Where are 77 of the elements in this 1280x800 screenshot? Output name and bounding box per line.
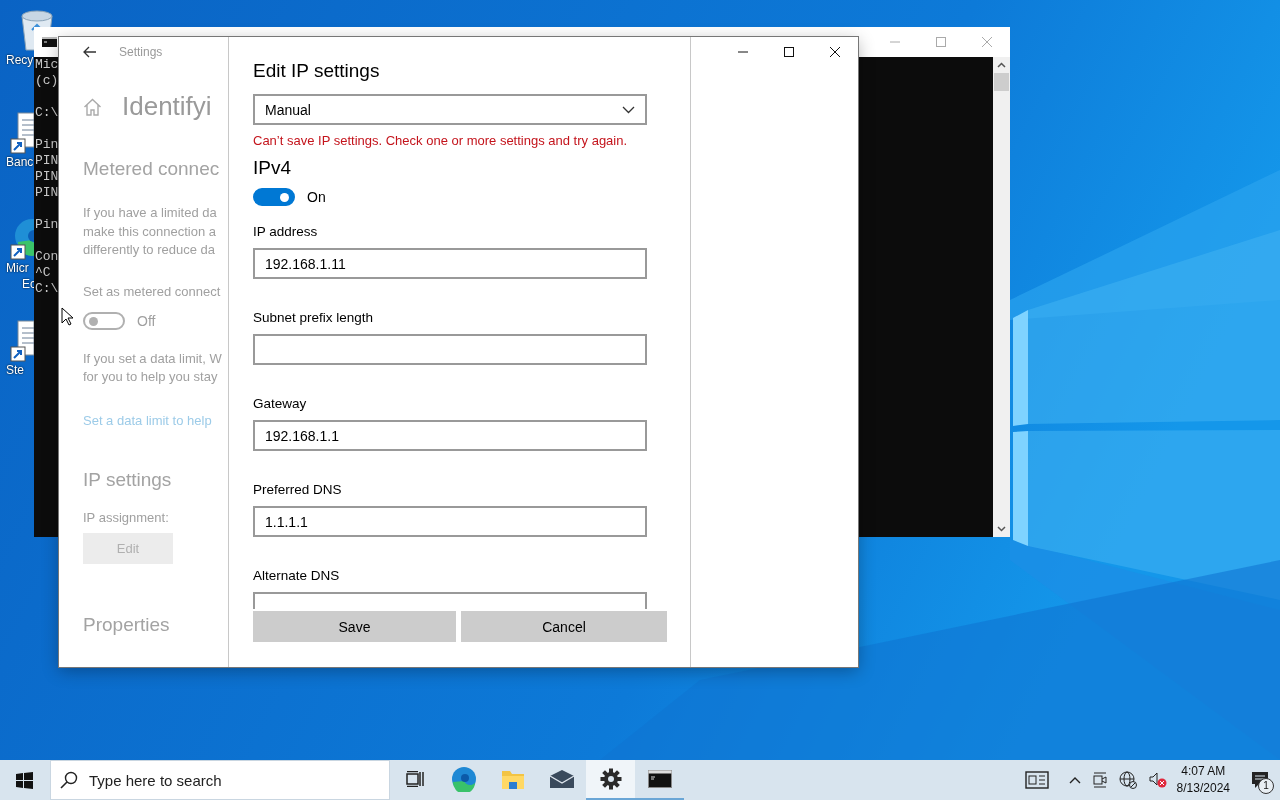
field-label: Gateway — [253, 395, 308, 412]
input-field[interactable]: 1.1.1.1 — [253, 506, 647, 537]
clock[interactable]: 4:07 AM 8/13/2024 — [1176, 763, 1230, 797]
console-line: Pin — [35, 217, 59, 233]
console-line: C:\ — [35, 281, 59, 297]
terminal-icon — [42, 37, 57, 47]
icon-label: Ste — [6, 362, 24, 378]
maximize-icon[interactable] — [784, 47, 794, 57]
icon-label: Micr — [6, 260, 29, 276]
description-text: make this connection a — [83, 222, 217, 241]
field-label: Subnet prefix length — [253, 309, 375, 326]
field-label: Preferred DNS — [253, 481, 343, 498]
document-shortcut-icon — [10, 112, 34, 154]
scroll-down-icon[interactable] — [997, 526, 1006, 532]
toggle-switch[interactable] — [253, 188, 295, 206]
description-text: differently to reduce da — [83, 241, 216, 259]
browser-icon — [450, 766, 477, 792]
section-heading: IPv4 — [253, 157, 293, 179]
console-line: Mic — [35, 57, 59, 73]
window-title: Settings — [119, 45, 163, 59]
folder-icon — [500, 768, 525, 790]
minimize-icon[interactable] — [737, 51, 749, 53]
scroll-up-icon[interactable] — [997, 62, 1006, 68]
dropdown[interactable]: Manual — [253, 94, 647, 125]
taskbar-app-button[interactable] — [586, 760, 635, 800]
console-line: Con — [35, 249, 59, 265]
speaker-muted-icon[interactable] — [1148, 772, 1167, 788]
console-line: PIN — [35, 185, 59, 201]
section-heading: Metered connec — [83, 158, 221, 180]
globe-icon[interactable] — [1118, 771, 1137, 789]
console-line: PIN — [35, 169, 59, 185]
page-heading: Identifyi — [122, 91, 212, 122]
scrollbar-thumb[interactable] — [994, 73, 1009, 91]
toggle-label: On — [307, 189, 326, 205]
start-icon[interactable] — [15, 771, 33, 789]
icon-label: Banc — [6, 154, 34, 170]
search-icon — [60, 771, 78, 789]
notification-count: 1 — [1258, 778, 1274, 794]
icon-label: Ec — [22, 276, 36, 291]
description-text: If you set a data limit, W — [83, 349, 223, 368]
terminal-icon — [647, 770, 672, 788]
error-message: Can’t save IP settings. Check one or more settings and try again. — [253, 133, 629, 148]
icon-label: Recy — [6, 52, 34, 68]
cancel-button[interactable]: Cancel — [461, 611, 667, 642]
description-text: If you have a limited da — [83, 204, 218, 222]
mail-icon — [548, 769, 575, 789]
back-arrow-icon[interactable] — [83, 46, 97, 58]
console-line: Pin — [35, 137, 59, 153]
chevron-up-icon[interactable] — [1068, 776, 1081, 784]
setting-label: IP assignment: — [83, 509, 170, 525]
dialog-title: Edit IP settings — [253, 60, 381, 82]
toggle-switch[interactable] — [83, 311, 125, 330]
camera-icon[interactable] — [1092, 771, 1107, 789]
settings-icon — [599, 768, 622, 790]
close-icon[interactable] — [830, 47, 840, 57]
input-field[interactable] — [253, 334, 647, 365]
console-line: (c) — [35, 73, 59, 89]
field-label: Alternate DNS — [253, 567, 341, 584]
description-text: for you to help you stay — [83, 368, 219, 386]
search-field[interactable]: Type here to search — [50, 760, 390, 800]
console-line: PIN — [35, 153, 59, 169]
input-field[interactable]: 192.168.1.1 — [253, 420, 647, 451]
news-icon[interactable] — [1024, 771, 1049, 789]
caret-icon — [622, 105, 635, 114]
field-label: IP address — [253, 223, 319, 240]
section-heading: Properties — [83, 613, 171, 636]
console-line: ^C — [35, 265, 51, 281]
save-button[interactable]: Save — [253, 611, 456, 642]
task-view-icon — [405, 771, 424, 787]
input-field[interactable]: 192.168.1.11 — [253, 248, 647, 279]
section-heading: IP settings — [83, 468, 173, 491]
document-shortcut-icon — [10, 320, 34, 362]
scrollbar[interactable] — [993, 57, 1010, 537]
notification-button[interactable]: 1 — [1240, 760, 1280, 800]
toggle-label: Off — [137, 312, 156, 329]
console-line: C:\ — [35, 105, 59, 121]
setting-label: Set as metered connect — [83, 283, 222, 299]
